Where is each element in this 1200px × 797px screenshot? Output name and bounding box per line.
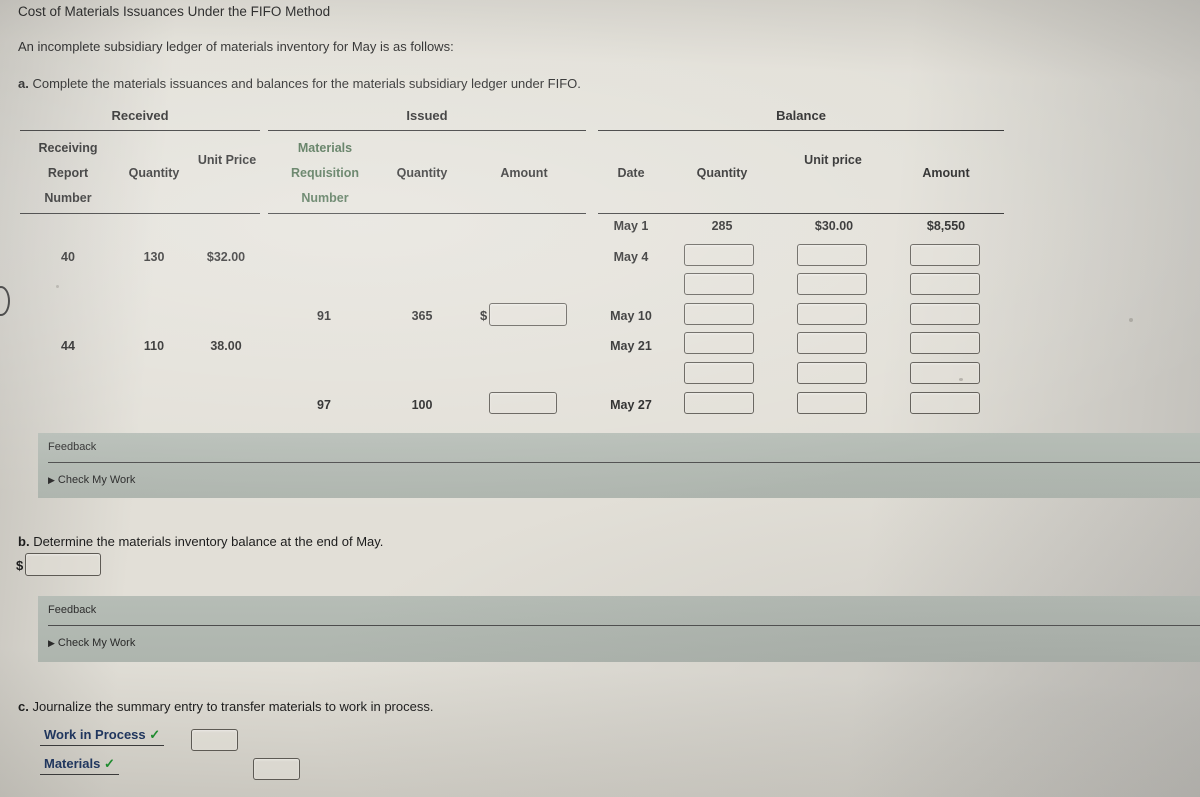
- question-a-label: a.: [18, 76, 29, 91]
- check-my-work-label: Check My Work: [57, 474, 136, 486]
- caret-right-icon: ▶: [48, 638, 55, 648]
- table-row: May 10: [610, 309, 652, 323]
- intro-text: An incomplete subsidiary ledger of mater…: [18, 39, 454, 54]
- balance-quantity-input-row3[interactable]: [684, 303, 754, 325]
- feedback-divider: [48, 625, 1200, 626]
- table-row: 40: [61, 250, 75, 264]
- balance-unit-price-input-row3[interactable]: [797, 303, 867, 325]
- question-a: a. Complete the materials issuances and …: [18, 76, 581, 91]
- group-header-balance: Balance: [776, 108, 826, 123]
- balance-amount-input-row4[interactable]: [910, 332, 980, 354]
- col-header-balance-unit-price: Unit price: [804, 153, 862, 167]
- table-row: 110: [143, 339, 165, 353]
- balance-unit-price-input-row4[interactable]: [797, 332, 867, 354]
- question-a-text: Complete the materials issuances and bal…: [32, 76, 581, 91]
- table-row: $30.00: [814, 219, 854, 233]
- balance-unit-price-input-row6[interactable]: [797, 392, 867, 414]
- journal-account-work-in-process[interactable]: Work in Process ✓: [40, 727, 165, 746]
- materials-ledger-table: Received Issued Balance Receiving Report…: [0, 100, 1200, 430]
- col-header-received-unit-price: Unit Price: [197, 153, 257, 167]
- balance-quantity-input-row5[interactable]: [684, 362, 754, 384]
- table-row: 44: [61, 339, 75, 353]
- journal-account-materials[interactable]: Materials ✓: [40, 756, 119, 775]
- balance-quantity-input-row6[interactable]: [684, 392, 754, 414]
- table-row: May 4: [613, 250, 649, 264]
- group-rule-issued: [268, 130, 586, 131]
- journal-debit-input-work-in-process[interactable]: [191, 729, 238, 751]
- issued-amount-input-row6[interactable]: [489, 392, 557, 414]
- check-my-work-toggle-b[interactable]: ▶ Check My Work: [48, 637, 135, 649]
- balance-amount-input-row1[interactable]: [910, 244, 980, 266]
- feedback-panel-b: Feedback ▶ Check My Work: [38, 596, 1200, 662]
- col-header-balance-date: Date: [617, 166, 645, 180]
- col-header-balance-amount: Amount: [922, 166, 970, 180]
- group-rule-received: [20, 130, 260, 131]
- balance-amount-input-row3[interactable]: [910, 303, 980, 325]
- balance-unit-price-input-row2[interactable]: [797, 273, 867, 295]
- col-header-received-quantity: Quantity: [128, 166, 180, 180]
- table-row: 285: [711, 219, 733, 233]
- table-row: $32.00: [206, 250, 246, 264]
- issued-amount-input-row3[interactable]: [489, 303, 567, 326]
- feedback-panel-a: Feedback ▶ Check My Work: [38, 433, 1200, 498]
- question-b-label: b.: [18, 534, 30, 549]
- caret-right-icon: ▶: [48, 475, 55, 485]
- inventory-balance-dollar-sign: $: [16, 558, 24, 573]
- balance-amount-input-row2[interactable]: [910, 273, 980, 295]
- question-c: c. Journalize the summary entry to trans…: [18, 699, 433, 714]
- journal-credit-input-materials[interactable]: [253, 758, 300, 780]
- col-header-materials-requisition-number: Materials Requisition Number: [290, 141, 360, 205]
- inventory-balance-input[interactable]: [25, 553, 101, 576]
- table-row: 97: [317, 398, 331, 412]
- photo-artifact: [959, 378, 963, 381]
- photo-artifact: [1129, 318, 1133, 322]
- col-header-balance-quantity: Quantity: [696, 166, 748, 180]
- balance-quantity-input-row1[interactable]: [684, 244, 754, 266]
- page-title: Cost of Materials Issuances Under the FI…: [18, 4, 331, 19]
- question-c-text: Journalize the summary entry to transfer…: [32, 699, 434, 714]
- table-row: 130: [143, 250, 165, 264]
- table-row: 38.00: [210, 339, 242, 353]
- check-my-work-label: Check My Work: [57, 637, 136, 649]
- journal-account-label: Work in Process: [44, 727, 146, 742]
- col-header-issued-amount: Amount: [500, 166, 548, 180]
- feedback-divider: [48, 462, 1200, 463]
- check-mark-icon: ✓: [149, 727, 161, 742]
- table-row: May 21: [610, 339, 652, 353]
- check-mark-icon: ✓: [104, 756, 115, 771]
- check-my-work-toggle-a[interactable]: ▶ Check My Work: [48, 474, 135, 486]
- question-c-label: c.: [18, 699, 29, 714]
- group-header-received: Received: [111, 108, 169, 123]
- balance-quantity-input-row4[interactable]: [684, 332, 754, 354]
- question-b-text: Determine the materials inventory balanc…: [33, 534, 384, 549]
- table-row: 365: [411, 309, 433, 323]
- question-b: b. Determine the materials inventory bal…: [18, 534, 383, 549]
- photo-artifact: [56, 285, 59, 288]
- balance-amount-input-row5[interactable]: [910, 362, 980, 384]
- table-row: May 27: [610, 398, 652, 412]
- balance-unit-price-input-row5[interactable]: [797, 362, 867, 384]
- feedback-title: Feedback: [48, 604, 97, 616]
- col-header-issued-quantity: Quantity: [396, 166, 448, 180]
- group-rule-balance: [598, 130, 1004, 131]
- col-header-receiving-report-number: Receiving Report Number: [38, 141, 98, 205]
- group-header-issued: Issued: [406, 108, 448, 123]
- table-row: May 1: [613, 219, 649, 233]
- issued-amount-dollar-sign-row3: $: [480, 308, 488, 323]
- table-row: 91: [317, 309, 331, 323]
- balance-amount-input-row6[interactable]: [910, 392, 980, 414]
- feedback-title: Feedback: [48, 441, 97, 453]
- balance-unit-price-input-row1[interactable]: [797, 244, 867, 266]
- page-content: Cost of Materials Issuances Under the FI…: [0, 0, 1200, 797]
- header-rule-balance: [598, 213, 1004, 214]
- header-rule-received: [20, 213, 260, 214]
- journal-account-label: Materials: [44, 756, 101, 771]
- table-row: $8,550: [926, 219, 966, 233]
- table-row: 100: [411, 398, 433, 412]
- page-surface: Cost of Materials Issuances Under the FI…: [0, 0, 1200, 797]
- header-rule-issued: [268, 213, 586, 214]
- balance-quantity-input-row2[interactable]: [684, 273, 754, 295]
